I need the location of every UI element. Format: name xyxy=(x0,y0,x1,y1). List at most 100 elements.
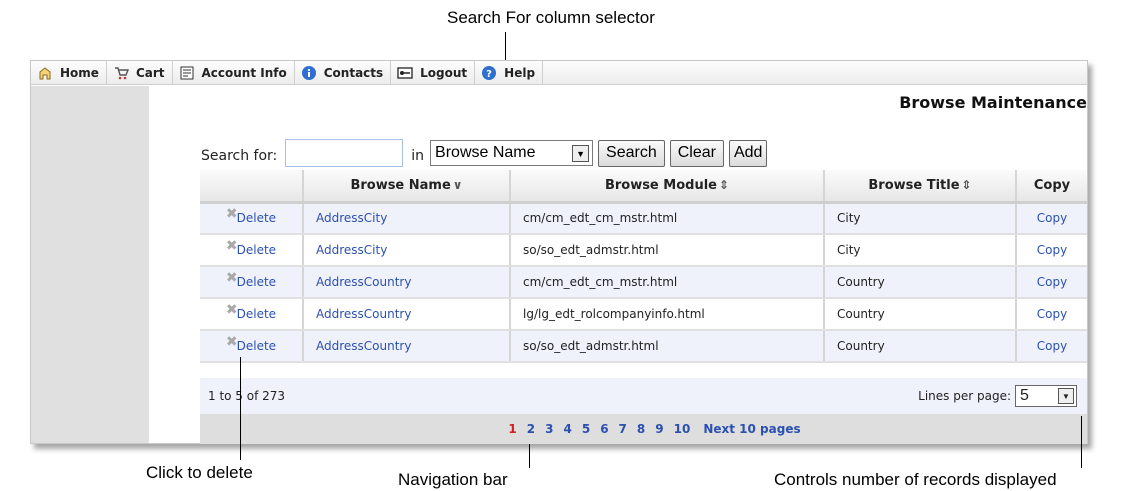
browse-module-cell: lg/lg_edt_rolcompanyinfo.html xyxy=(523,307,705,321)
header-copy: Copy xyxy=(1016,170,1087,204)
cart-icon xyxy=(113,65,129,81)
page-link[interactable]: 10 xyxy=(674,422,691,436)
page-link-current[interactable]: 1 xyxy=(508,422,516,436)
nav-cart-label: Cart xyxy=(135,66,165,80)
callout-line-navigation xyxy=(529,440,530,468)
browse-title-cell: City xyxy=(837,243,861,257)
copy-link[interactable]: Copy xyxy=(1037,243,1067,257)
dropdown-arrow-icon[interactable]: ▼ xyxy=(572,145,590,162)
browse-name-link[interactable]: AddressCountry xyxy=(316,339,411,353)
left-sidebar xyxy=(31,86,149,443)
table-row: ✖Delete AddressCountry lg/lg_edt_rolcomp… xyxy=(200,298,1087,331)
app-window: Home Cart Account Info Contacts Logout ?… xyxy=(30,60,1088,444)
delete-x-icon: ✖ xyxy=(225,302,238,318)
table-row: ✖Delete AddressCountry so/so_edt_admstr.… xyxy=(200,330,1087,363)
page-link[interactable]: 2 xyxy=(527,422,535,436)
browse-title-cell: Country xyxy=(837,275,885,289)
delete-link[interactable]: ✖Delete xyxy=(226,238,276,257)
search-label: Search for: xyxy=(201,148,278,164)
delete-x-icon: ✖ xyxy=(225,334,238,350)
delete-link[interactable]: ✖Delete xyxy=(226,302,276,321)
nav-contacts[interactable]: Contacts xyxy=(295,61,392,85)
sort-icon: ⇕ xyxy=(718,177,730,192)
delete-link[interactable]: ✖Delete xyxy=(226,206,276,225)
lines-per-page: Lines per page: 5 ▼ xyxy=(918,385,1077,407)
browse-title-cell: City xyxy=(837,211,861,226)
dropdown-arrow-icon[interactable]: ▼ xyxy=(1058,388,1074,404)
record-count: 1 to 5 of 273 xyxy=(208,389,286,403)
page-link[interactable]: 6 xyxy=(600,422,608,436)
page-title: Browse Maintenance xyxy=(899,93,1087,112)
search-column-value: Browse Name xyxy=(435,144,536,161)
table-row: ✖Delete AddressCountry cm/cm_edt_cm_mstr… xyxy=(200,266,1087,299)
page-link[interactable]: 8 xyxy=(637,422,645,436)
delete-x-icon: ✖ xyxy=(225,206,238,223)
browse-name-link[interactable]: AddressCity xyxy=(316,211,387,225)
nav-help[interactable]: ? Help xyxy=(475,61,544,85)
table-row: ✖Delete AddressCity cm/cm_edt_cm_mstr.ht… xyxy=(200,202,1087,235)
copy-link[interactable]: Copy xyxy=(1037,211,1067,225)
pagination-bar: 1 2 3 4 5 6 7 8 9 10 Next 10 pages xyxy=(200,414,1087,444)
browse-title-cell: Country xyxy=(837,307,885,321)
callout-delete: Click to delete xyxy=(146,463,253,482)
nav-home[interactable]: Home xyxy=(31,61,107,85)
header-browse-title[interactable]: Browse Title ⇕ xyxy=(824,170,1017,204)
delete-link[interactable]: ✖Delete xyxy=(226,270,276,289)
lines-per-page-label: Lines per page: xyxy=(918,389,1011,403)
nav-account-info[interactable]: Account Info xyxy=(173,61,295,85)
browse-module-cell: cm/cm_edt_cm_mstr.html xyxy=(523,211,678,226)
browse-name-link[interactable]: AddressCountry xyxy=(316,307,411,321)
lines-per-page-value: 5 xyxy=(1020,387,1029,404)
nav-account-label: Account Info xyxy=(201,66,287,80)
sort-icon: ⇕ xyxy=(961,177,972,192)
svg-text:?: ? xyxy=(486,69,492,80)
callout-records: Controls number of records displayed xyxy=(774,470,1057,489)
delete-x-icon: ✖ xyxy=(225,238,238,254)
search-column-select[interactable]: Browse Name ▼ xyxy=(430,140,594,166)
sort-desc-icon: ∨ xyxy=(452,177,463,192)
browse-table: Browse Name ∨ Browse Module ⇕ Browse Title… xyxy=(200,170,1087,363)
copy-link[interactable]: Copy xyxy=(1037,275,1067,289)
browse-name-link[interactable]: AddressCity xyxy=(316,243,387,257)
nav-logout-label: Logout xyxy=(420,66,468,80)
add-button[interactable]: Add xyxy=(728,139,768,167)
browse-module-cell: so/so_edt_admstr.html xyxy=(523,339,659,353)
table-footer: 1 to 5 of 273 Lines per page: 5 ▼ xyxy=(200,378,1087,414)
nav-logout[interactable]: Logout xyxy=(391,61,476,85)
page-link[interactable]: 5 xyxy=(582,422,590,436)
page-link[interactable]: 9 xyxy=(655,422,663,436)
search-input[interactable] xyxy=(285,139,404,167)
home-icon xyxy=(37,65,53,81)
delete-x-icon: ✖ xyxy=(225,270,238,286)
browse-module-cell: cm/cm_edt_cm_mstr.html xyxy=(523,275,678,289)
header-browse-name[interactable]: Browse Name ∨ xyxy=(303,170,511,204)
nav-contacts-label: Contacts xyxy=(323,66,384,80)
page-link[interactable]: 4 xyxy=(563,422,571,436)
table-header-row: Browse Name ∨ Browse Module ⇕ Browse Title… xyxy=(200,170,1087,204)
page-link[interactable]: 3 xyxy=(545,422,553,436)
nav-help-label: Help xyxy=(504,66,536,80)
in-label: in xyxy=(411,148,425,164)
header-delete xyxy=(200,170,304,204)
callout-navigation: Navigation bar xyxy=(398,470,508,489)
search-button[interactable]: Search xyxy=(598,139,665,167)
next-pages-link[interactable]: Next 10 pages xyxy=(703,422,800,436)
info-icon xyxy=(301,65,317,81)
callout-line-records xyxy=(1081,416,1082,468)
header-browse-module[interactable]: Browse Module ⇕ xyxy=(510,170,825,204)
table-row: ✖Delete AddressCity so/so_edt_admstr.htm… xyxy=(200,234,1087,267)
help-icon: ? xyxy=(481,65,497,81)
copy-link[interactable]: Copy xyxy=(1037,307,1067,321)
logout-icon xyxy=(397,65,413,81)
callout-line-delete xyxy=(240,357,241,460)
browse-module-cell: so/so_edt_admstr.html xyxy=(523,243,659,257)
page-link[interactable]: 7 xyxy=(619,422,627,436)
nav-cart[interactable]: Cart xyxy=(107,61,173,85)
lines-per-page-select[interactable]: 5 ▼ xyxy=(1015,385,1077,407)
clear-button[interactable]: Clear xyxy=(669,139,724,167)
browse-title-cell: Country xyxy=(837,339,885,353)
browse-name-link[interactable]: AddressCountry xyxy=(316,275,411,289)
delete-link[interactable]: ✖Delete xyxy=(226,334,276,353)
nav-home-label: Home xyxy=(60,66,99,80)
copy-link[interactable]: Copy xyxy=(1037,339,1067,353)
